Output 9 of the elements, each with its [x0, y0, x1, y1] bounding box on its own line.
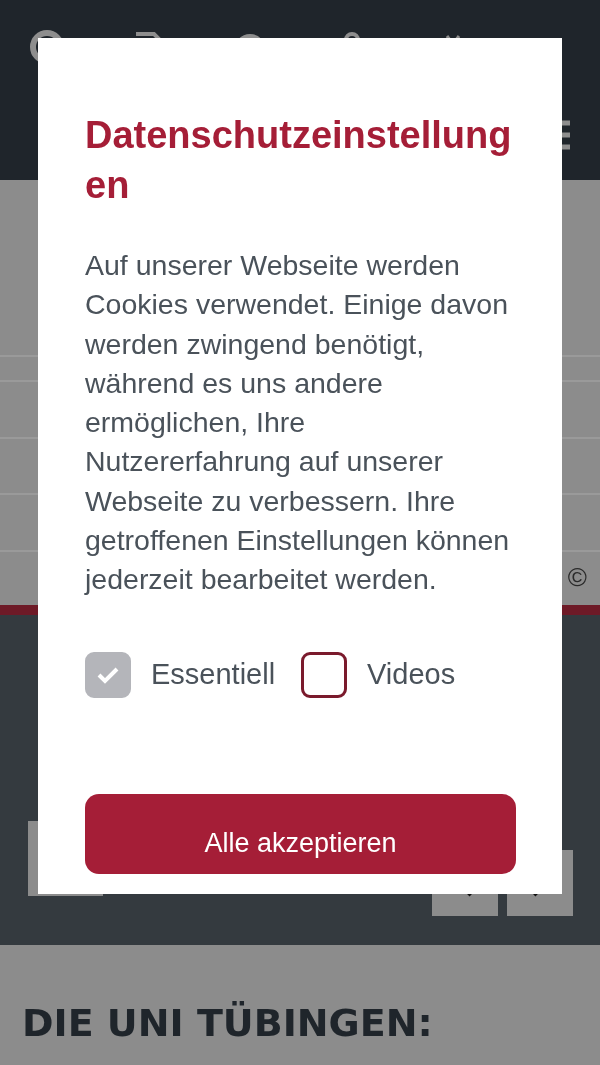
dialog-text: Auf unserer Webseite werden Cookies verwendet. Einige davon werden zwingend benötigt, während es uns andere ermöglichen, Ihre Nutzererfahrung auf unserer Webseite zu verbessern. Ihre getroffenen Einstellungen können jederzeit bearbeitet werden.: [85, 248, 511, 598]
section-heading: DIE UNI TÜBINGEN:: [21, 1000, 434, 1047]
checkbox-label: Videos: [367, 656, 456, 692]
checkbox[interactable]: [301, 651, 347, 698]
dialog-title: Datenschutzeinstellungen: [85, 113, 513, 208]
check-icon: [97, 665, 119, 684]
checkbox-label: Essentiell: [151, 656, 276, 692]
accept-all-button[interactable]: Alle akzeptieren: [85, 793, 516, 874]
copyright-text: ©: [567, 564, 587, 590]
